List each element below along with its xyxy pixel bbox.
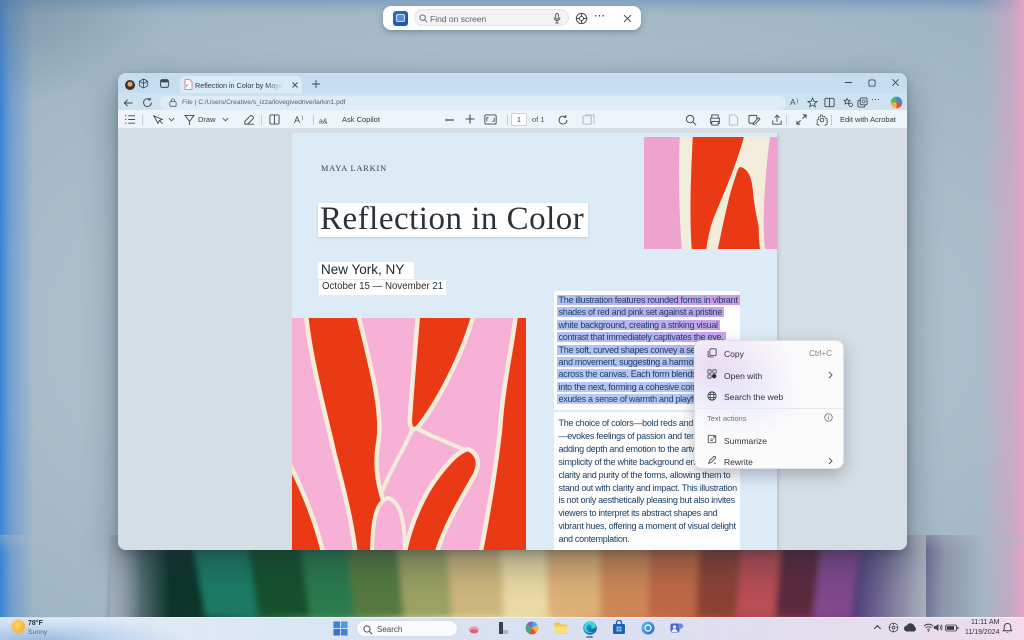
svg-text:): ) xyxy=(796,98,798,104)
svg-text:): ) xyxy=(301,115,303,121)
svg-text:a&: a& xyxy=(319,118,328,125)
svg-text:A: A xyxy=(790,98,796,107)
svg-text:P: P xyxy=(186,83,189,88)
svg-text:A: A xyxy=(294,115,301,125)
